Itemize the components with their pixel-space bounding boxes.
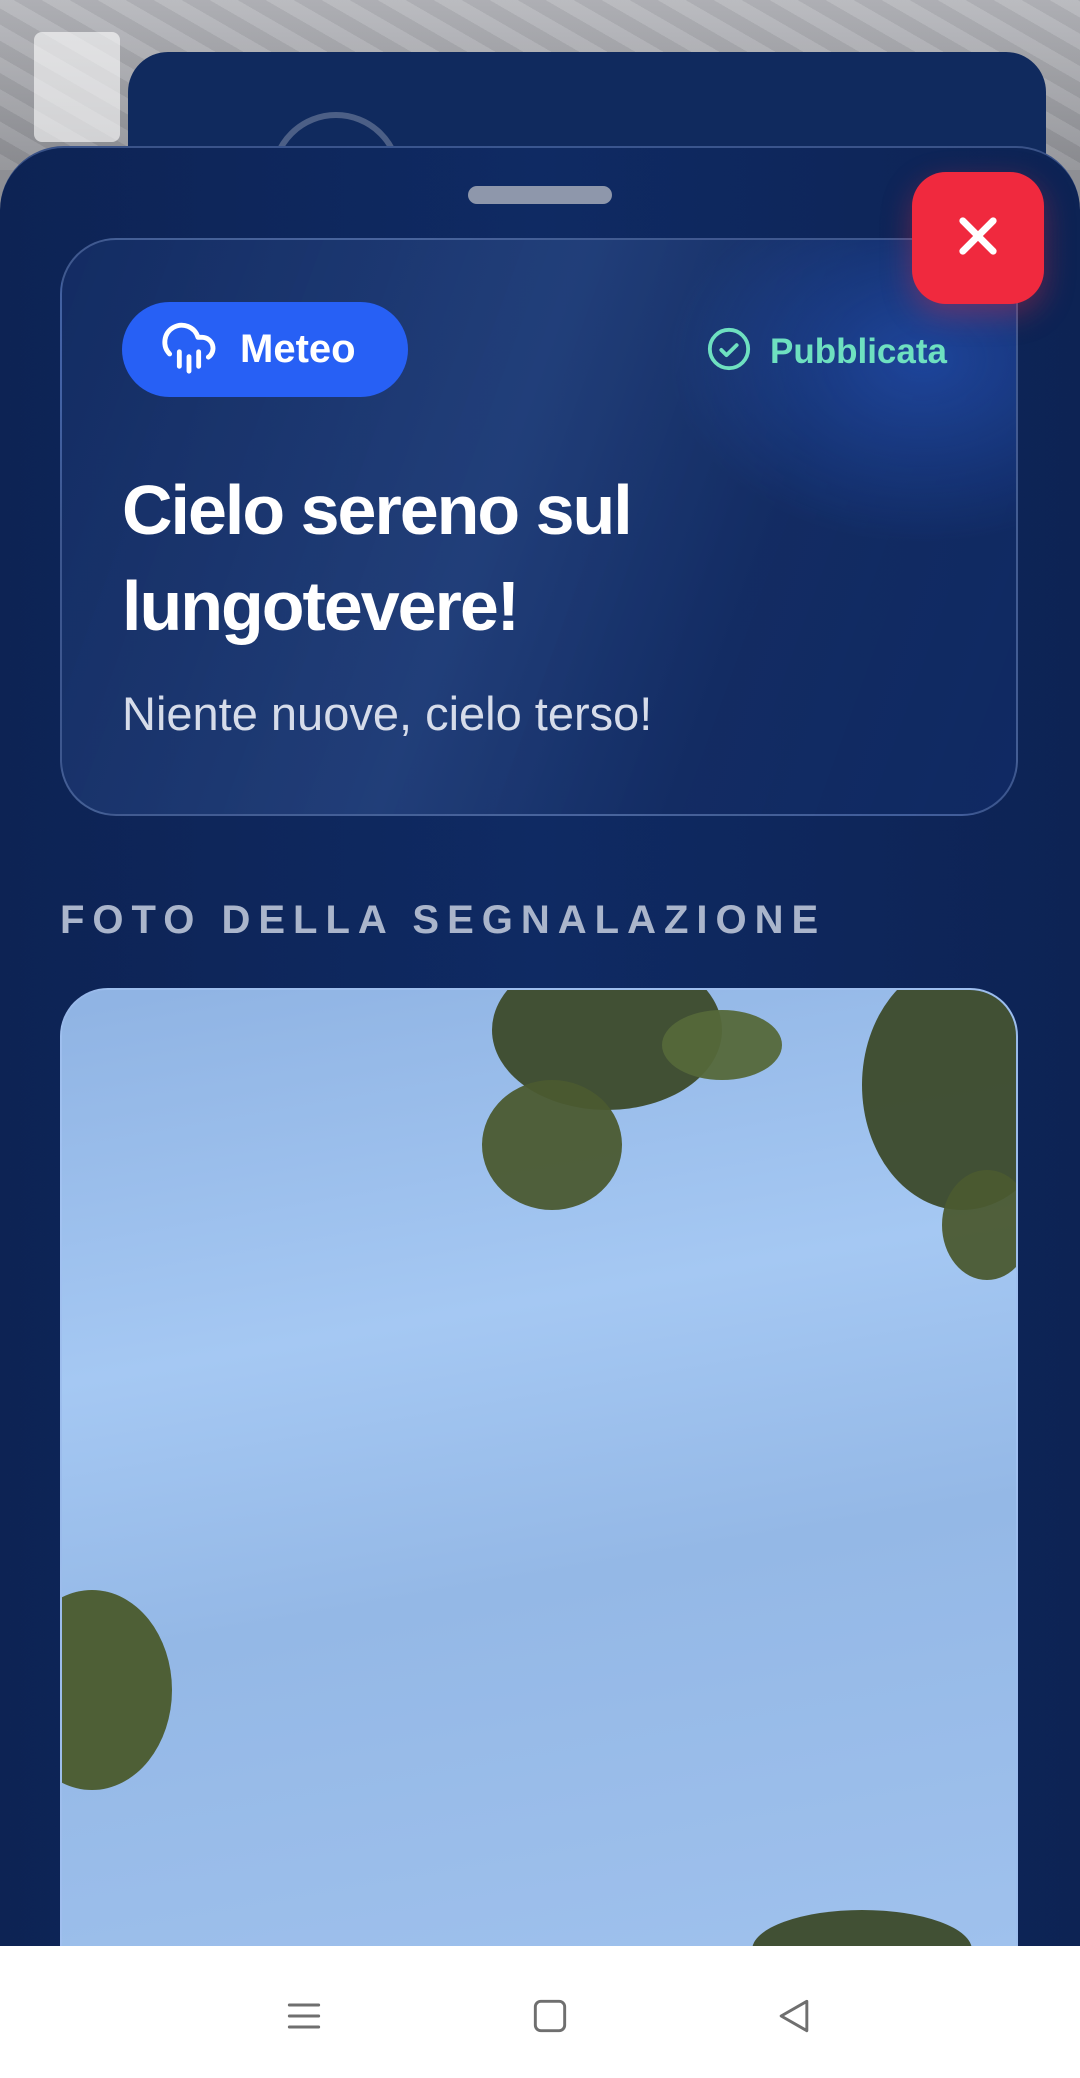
category-chip: Meteo	[122, 302, 408, 397]
photo-foliage	[482, 1080, 622, 1210]
system-navigation-bar	[0, 1946, 1080, 2078]
cloud-rain-icon	[160, 318, 218, 381]
report-description: Niente nuove, cielo terso!	[122, 687, 653, 740]
home-square-icon[interactable]	[520, 1986, 580, 2046]
check-circle-icon	[706, 326, 752, 377]
photo-foliage	[662, 1010, 782, 1080]
status-badge: Pubblicata	[706, 326, 947, 377]
report-photo[interactable]	[60, 988, 1018, 1948]
photo-foliage	[62, 1590, 172, 1790]
menu-icon[interactable]	[274, 1986, 334, 2046]
photo-section-title: FOTO DELLA SEGNALAZIONE	[60, 898, 827, 942]
status-label: Pubblicata	[770, 331, 947, 371]
photo-foliage	[942, 1170, 1016, 1280]
back-triangle-icon[interactable]	[764, 1986, 824, 2046]
sheet-drag-handle[interactable]	[468, 186, 612, 204]
close-button[interactable]	[912, 172, 1044, 304]
background-map-marker	[34, 32, 120, 142]
category-label: Meteo	[240, 327, 356, 371]
photo-foliage	[752, 1910, 972, 1948]
close-icon	[952, 210, 1004, 267]
report-title: Cielo sereno sul lungotevere!	[122, 471, 633, 645]
